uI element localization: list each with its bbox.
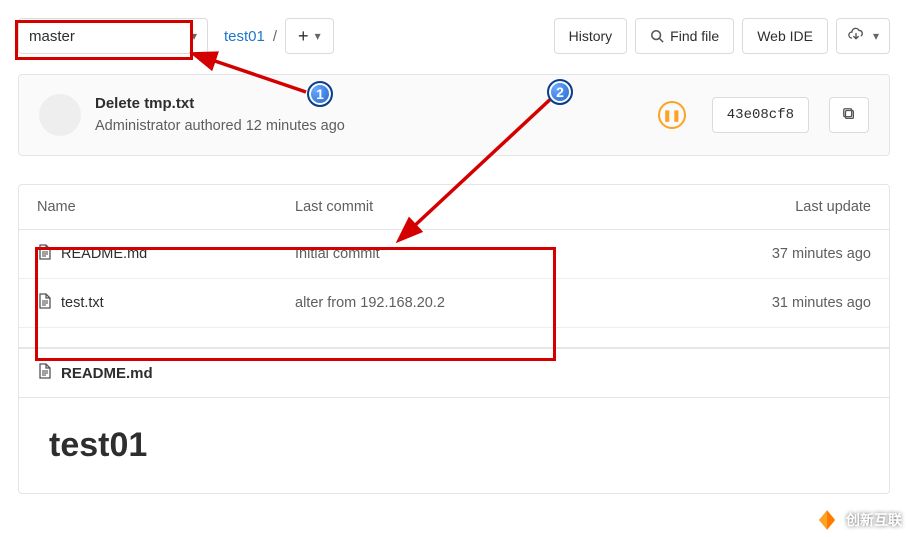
watermark-logo-icon [814, 507, 840, 533]
watermark-text: 创新互联 [846, 510, 902, 530]
annotation-callout-2: 2 [547, 79, 573, 105]
annotation-arrows [0, 0, 908, 537]
annotation-callout-1: 1 [307, 81, 333, 107]
watermark: 创新互联 [808, 503, 908, 537]
